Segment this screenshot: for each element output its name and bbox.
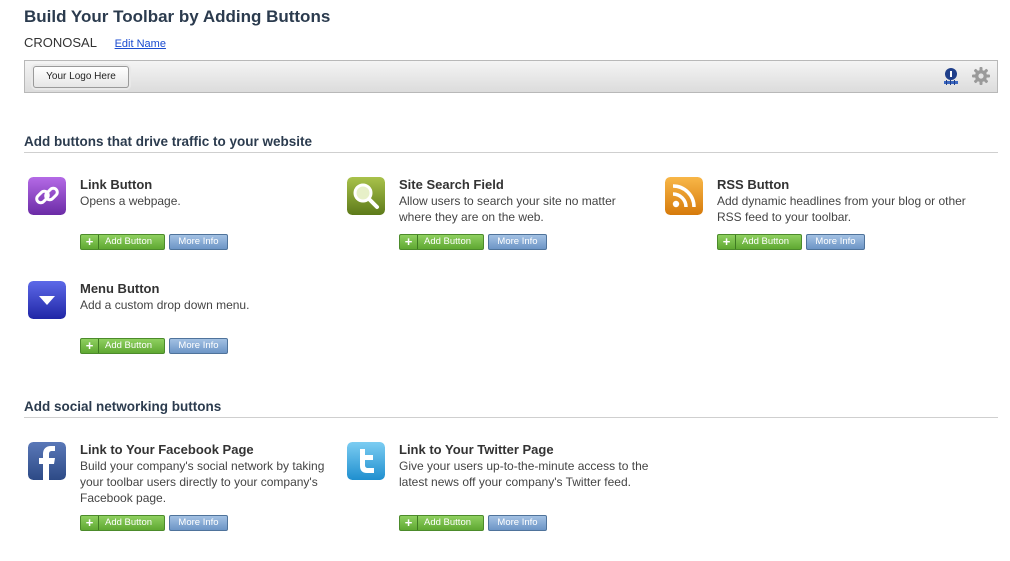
item-title: Menu Button: [80, 281, 160, 296]
item-description: Opens a webpage.: [80, 194, 181, 208]
add-button-label: Add Button: [424, 517, 472, 528]
more-info-button[interactable]: More Info: [169, 515, 228, 531]
gear-icon[interactable]: [971, 66, 991, 86]
edit-name-link[interactable]: Edit Name: [115, 38, 166, 50]
page-title: Build Your Toolbar by Adding Buttons: [24, 7, 331, 26]
item-title: Site Search Field: [399, 177, 504, 192]
plus-icon: +: [718, 235, 736, 249]
logo-placeholder-button[interactable]: Your Logo Here: [33, 66, 129, 88]
add-button-label: Add Button: [105, 236, 153, 247]
more-info-button[interactable]: More Info: [488, 515, 547, 531]
add-button-label: Add Button: [105, 340, 153, 351]
plus-icon: +: [81, 516, 99, 530]
search-icon: [347, 177, 385, 215]
item-description: Allow users to search your site no matte…: [399, 194, 616, 224]
item-description: Build your company's social network by t…: [80, 459, 325, 505]
plus-icon: +: [81, 235, 99, 249]
plus-icon: +: [81, 339, 99, 353]
add-button-label: Add Button: [742, 236, 790, 247]
add-button[interactable]: + Add Button: [80, 515, 165, 531]
link-icon: [28, 177, 66, 215]
item-title: Link to Your Facebook Page: [80, 442, 254, 457]
toolbar-name: CRONOSAL: [24, 35, 97, 50]
section-title-social: Add social networking buttons: [24, 399, 998, 418]
more-info-button[interactable]: More Info: [169, 234, 228, 250]
toolbar-preview: Your Logo Here: [24, 60, 998, 93]
add-button[interactable]: + Add Button: [399, 515, 484, 531]
item-description: Give your users up-to-the-minute access …: [399, 459, 649, 489]
add-button[interactable]: + Add Button: [80, 234, 165, 250]
item-title: RSS Button: [717, 177, 790, 192]
item-title: Link Button: [80, 177, 153, 192]
menu-dropdown-icon: [28, 281, 66, 319]
add-button[interactable]: + Add Button: [399, 234, 484, 250]
twitter-icon: [347, 442, 385, 480]
toolbar-name-row: CRONOSAL Edit Name: [24, 35, 166, 50]
add-button[interactable]: + Add Button: [80, 338, 165, 354]
item-description: Add a custom drop down menu.: [80, 298, 250, 312]
section-title-traffic: Add buttons that drive traffic to your w…: [24, 134, 998, 153]
plus-icon: +: [400, 235, 418, 249]
more-info-button[interactable]: More Info: [169, 338, 228, 354]
add-button[interactable]: + Add Button: [717, 234, 802, 250]
more-info-button[interactable]: More Info: [806, 234, 865, 250]
rss-icon: [665, 177, 703, 215]
item-description: Add dynamic headlines from your blog or …: [717, 194, 966, 224]
add-button-label: Add Button: [105, 517, 153, 528]
info-icon[interactable]: [941, 66, 961, 86]
item-title: Link to Your Twitter Page: [399, 442, 554, 457]
more-info-button[interactable]: More Info: [488, 234, 547, 250]
add-button-label: Add Button: [424, 236, 472, 247]
facebook-icon: [28, 442, 66, 480]
plus-icon: +: [400, 516, 418, 530]
